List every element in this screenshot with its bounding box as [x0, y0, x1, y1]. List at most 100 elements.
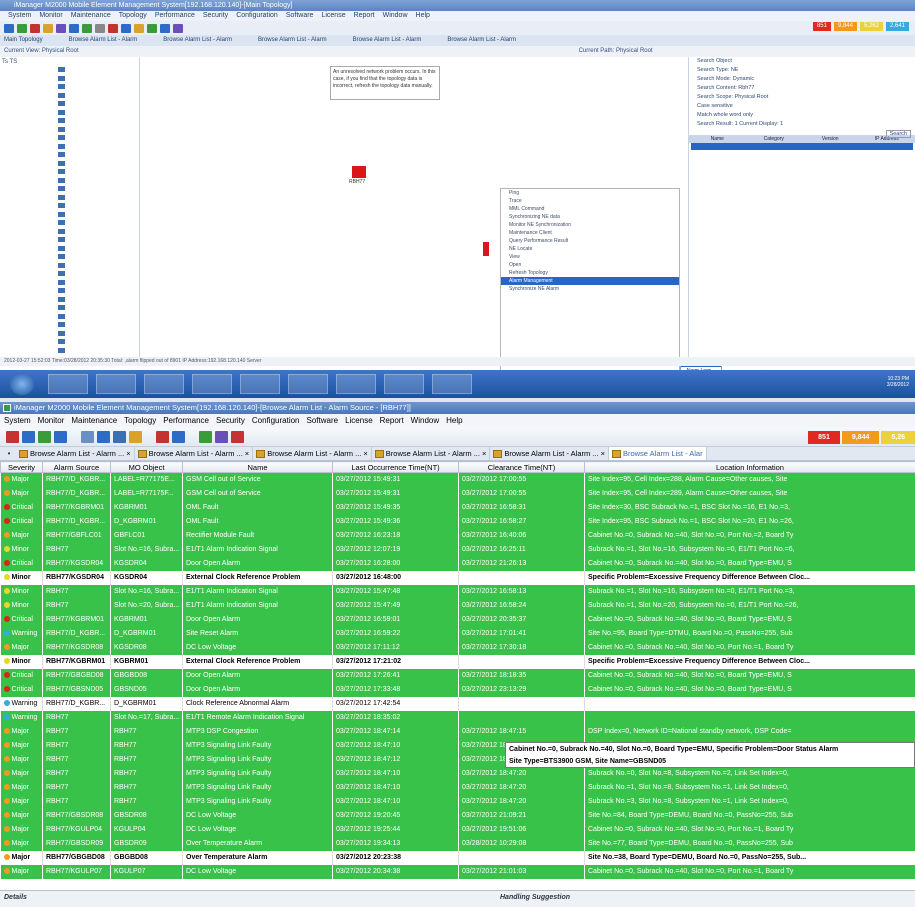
table-row[interactable]: Minor RBH77 Slot No.=20, Subra... E1/T1 Ala… [0, 598, 915, 613]
context-menu-item[interactable]: Maintenance Client [501, 229, 679, 237]
bg-physical-tree[interactable]: Ts TS [0, 57, 140, 357]
tree-node[interactable] [58, 279, 65, 285]
bg-menu-item[interactable]: Configuration [236, 12, 278, 19]
taskbar-button[interactable] [240, 374, 280, 394]
table-row[interactable]: Major RBH77 RBH77 MTP3 Signaling Link Fault… [0, 794, 915, 809]
toolbar-icon[interactable] [121, 23, 131, 33]
bg-search-row[interactable]: Case sensitive [689, 102, 915, 111]
tab-browse-alarm-list[interactable]: Browse Alarm List - Alarm ... × [490, 447, 609, 460]
bg-search-row[interactable]: Match whole word only [689, 111, 915, 120]
ne-icon[interactable] [352, 166, 366, 178]
menu-item-software[interactable]: Software [307, 416, 339, 425]
bg-search-row[interactable]: Search Result: 1 Current Display: 1 [689, 120, 915, 129]
tree-node[interactable] [58, 296, 65, 302]
table-row[interactable]: Critical RBH77/KGBRM01 KGBRM01 OML Fault 03/… [0, 500, 915, 515]
toolbar-icon[interactable] [17, 23, 27, 33]
toolbar-icon[interactable] [69, 23, 79, 33]
print-icon[interactable] [156, 430, 169, 443]
menu-item-system[interactable]: System [4, 416, 31, 425]
table-row[interactable]: Major RBH77/GBGBD08 GBGBD08 Over Temperatur… [0, 850, 915, 865]
tree-node[interactable] [58, 118, 65, 123]
column-header[interactable]: MO Object [110, 461, 183, 473]
settings-icon[interactable] [199, 430, 212, 443]
tab-browse-alarm-list[interactable]: Browse Alarm List - Alarm ... × [372, 447, 491, 460]
column-header[interactable]: Last Occurrence Time(NT) [332, 461, 459, 473]
bg-search-row[interactable]: Search Type: NE [689, 66, 915, 75]
table-row[interactable]: Critical RBH77/KGBRM01 KGBRM01 Door Open Al… [0, 612, 915, 627]
context-menu-item[interactable]: Refresh Topology [501, 269, 679, 277]
toolbar-icon[interactable] [4, 23, 14, 33]
tab-close-icon[interactable]: × [363, 449, 367, 458]
refresh-icon[interactable] [38, 430, 51, 443]
acknowledge-icon[interactable] [97, 430, 110, 443]
clear-icon[interactable] [113, 430, 126, 443]
table-row[interactable]: Critical RBH77/KGSDR04 KGSDR04 Door Open Al… [0, 556, 915, 571]
bg-alarm-counter[interactable]: 5,262 [859, 22, 883, 31]
tab-close-icon[interactable]: × [245, 449, 249, 458]
table-icon[interactable] [215, 430, 228, 443]
context-menu-item[interactable]: View [501, 253, 679, 261]
bg-current-view[interactable]: Current View: Physical Root [4, 48, 79, 54]
table-row[interactable]: Critical RBH77/D_KGBR... D_KGBRM01 OML Faul… [0, 514, 915, 529]
toolbar-icon[interactable] [147, 23, 157, 33]
taskbar-button[interactable] [144, 374, 184, 394]
tree-node[interactable] [58, 330, 65, 336]
tree-node[interactable] [58, 339, 65, 344]
bg-menu-item[interactable]: Window [383, 12, 408, 19]
context-menu-item[interactable]: Synchronizing NE data [501, 213, 679, 221]
toolbar-icon[interactable] [56, 23, 66, 33]
column-header[interactable]: Name [182, 461, 333, 473]
tree-node[interactable] [58, 228, 65, 234]
table-row[interactable]: Major RBH77/D_KGBR... LABEL=R77175E... GSM … [0, 472, 915, 487]
tree-node[interactable] [58, 271, 65, 276]
menu-item-window[interactable]: Window [411, 416, 439, 425]
tree-node[interactable] [58, 194, 65, 200]
menu-item-license[interactable]: License [345, 416, 373, 425]
bg-menu-item[interactable]: Report [354, 12, 375, 19]
tree-node[interactable] [58, 254, 65, 259]
toolbar-icon[interactable] [134, 23, 144, 33]
toolbar-icon[interactable] [30, 23, 40, 33]
bg-menu-item[interactable]: Help [416, 12, 430, 19]
alarm-counter[interactable]: 9,844 [841, 431, 880, 444]
bg-search-button[interactable]: Search [885, 130, 911, 138]
export-icon[interactable] [129, 430, 142, 443]
bg-menu-item[interactable]: Topology [119, 12, 147, 19]
table-row[interactable]: Critical RBH77/GBSND05 GBSND05 Door Open Al… [0, 682, 915, 697]
tree-node[interactable] [58, 160, 65, 166]
bg-tab[interactable]: Browse Alarm List - Alarm [258, 37, 327, 43]
tree-node[interactable] [58, 143, 65, 149]
tree-node[interactable] [58, 126, 65, 132]
menu-item-maintenance[interactable]: Maintenance [71, 416, 117, 425]
table-row[interactable]: Minor RBH77 Slot No.=16, Subra... E1/T1 Ala… [0, 584, 915, 599]
tree-node[interactable] [58, 288, 65, 293]
column-header[interactable]: Severity [0, 461, 43, 473]
bg-menu-item[interactable]: Monitor [39, 12, 62, 19]
bg-menu-item[interactable]: License [321, 12, 345, 19]
bg-alarm-counter[interactable]: 2,641 [885, 22, 909, 31]
tree-node[interactable] [58, 152, 65, 157]
table-row[interactable]: Major RBH77/GBSDR08 GBSDR08 DC Low Voltage 0… [0, 808, 915, 823]
tree-node[interactable] [58, 203, 65, 208]
tab-browse-alarm-list[interactable]: Browse Alarm List - Alarm ... × [253, 447, 372, 460]
menu-item-topology[interactable]: Topology [124, 416, 156, 425]
bg-search-row[interactable]: Search Object [689, 57, 915, 66]
table-row[interactable]: Warning RBH77/D_KGBR... D_KGBRM01 Site Rese… [0, 626, 915, 641]
tree-node[interactable] [58, 109, 65, 115]
tree-node[interactable] [58, 262, 65, 268]
table-row[interactable]: Major RBH77/GBFLC01 GBFLC01 Rectifier Modul… [0, 528, 915, 543]
ne-icon[interactable] [483, 242, 489, 256]
table-row[interactable]: Minor RBH77/KGSDR04 KGSDR04 External Clock … [0, 570, 915, 585]
context-menu-item[interactable]: Open [501, 261, 679, 269]
tree-node[interactable] [58, 347, 65, 353]
tree-node[interactable] [58, 237, 65, 242]
bg-menu-item[interactable]: Maintenance [71, 12, 111, 19]
bg-menu-item[interactable]: Security [203, 12, 228, 19]
tree-node[interactable] [58, 169, 65, 174]
bg-tab[interactable]: Main Topology [4, 37, 43, 43]
details-tab[interactable]: Details [4, 894, 27, 901]
tree-node[interactable] [58, 211, 65, 217]
bg-alarm-counter[interactable]: 851 [812, 22, 831, 31]
tree-node[interactable] [58, 84, 65, 89]
table-row[interactable]: Warning RBH77 Slot No.=17, Subra... E1/T1 R… [0, 710, 915, 725]
